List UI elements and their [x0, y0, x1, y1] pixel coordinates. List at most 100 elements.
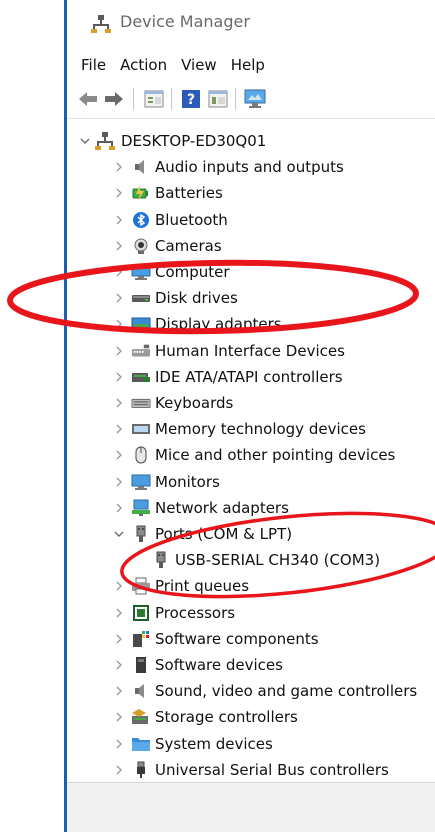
tree-item-label: Storage controllers	[155, 708, 298, 726]
window-title: Device Manager	[120, 12, 250, 31]
chevron-right-icon[interactable]	[113, 449, 125, 461]
tree-item-universal-serial-bus-controllers[interactable]: Universal Serial Bus controllers	[67, 757, 435, 783]
chevron-right-icon[interactable]	[113, 659, 125, 671]
speaker-icon	[131, 681, 151, 701]
menu-bar: File Action View Help	[67, 52, 435, 80]
tree-item-label: Cameras	[155, 237, 222, 255]
bluetooth-icon	[131, 210, 151, 230]
toolbar-divider	[67, 118, 435, 119]
software-component-icon	[131, 629, 151, 649]
tree-item-system-devices[interactable]: System devices	[67, 731, 435, 757]
menu-view[interactable]: View	[181, 52, 217, 80]
tree-item-print-queues[interactable]: Print queues	[67, 573, 435, 599]
tree-item-ports-com-lpt[interactable]: Ports (COM & LPT)	[67, 521, 435, 547]
computer-icon	[131, 262, 151, 282]
chevron-right-icon[interactable]	[113, 345, 125, 357]
chevron-right-icon[interactable]	[113, 423, 125, 435]
tree-device-usb-serial[interactable]: USB-SERIAL CH340 (COM3)	[67, 547, 435, 573]
tree-item-ide-ata-atapi-controllers[interactable]: IDE ATA/ATAPI controllers	[67, 364, 435, 390]
tree-item-label: Software devices	[155, 656, 283, 674]
chevron-down-icon[interactable]	[113, 528, 125, 540]
tree-item-label: Disk drives	[155, 289, 238, 307]
tree-item-monitors[interactable]: Monitors	[67, 469, 435, 495]
tree-item-label: Sound, video and game controllers	[155, 682, 418, 700]
tree-item-cameras[interactable]: Cameras	[67, 233, 435, 259]
chevron-right-icon[interactable]	[113, 580, 125, 592]
tree-item-software-devices[interactable]: Software devices	[67, 652, 435, 678]
port-icon	[151, 550, 171, 570]
tree-item-network-adapters[interactable]: Network adapters	[67, 495, 435, 521]
storage-controller-icon	[131, 707, 151, 727]
tree-root-computer[interactable]: DESKTOP-ED30Q01	[67, 128, 435, 154]
tree-item-memory-technology-devices[interactable]: Memory technology devices	[67, 416, 435, 442]
chevron-right-icon[interactable]	[113, 738, 125, 750]
svg-text:?: ?	[187, 92, 195, 108]
tree-item-label: Batteries	[155, 184, 223, 202]
computer-tree-icon	[95, 131, 115, 151]
tree-item-sound-video-and-game-controllers[interactable]: Sound, video and game controllers	[67, 678, 435, 704]
chevron-right-icon[interactable]	[113, 764, 125, 776]
chevron-right-icon[interactable]	[113, 476, 125, 488]
help-icon[interactable]: ?	[180, 88, 202, 110]
chevron-down-icon[interactable]	[79, 135, 91, 147]
tree-item-audio-inputs-and-outputs[interactable]: Audio inputs and outputs	[67, 154, 435, 180]
tree-item-software-components[interactable]: Software components	[67, 626, 435, 652]
port-icon	[131, 524, 151, 544]
properties-icon[interactable]	[143, 88, 165, 110]
tree-item-mice-and-other-pointing-devices[interactable]: Mice and other pointing devices	[67, 442, 435, 468]
disk-drive-icon	[131, 288, 151, 308]
tree-item-storage-controllers[interactable]: Storage controllers	[67, 704, 435, 730]
hid-icon	[131, 341, 151, 361]
menu-action[interactable]: Action	[120, 52, 167, 80]
tree-item-display-adapters[interactable]: Display adapters	[67, 311, 435, 337]
chevron-right-icon[interactable]	[113, 607, 125, 619]
chevron-right-icon[interactable]	[113, 502, 125, 514]
display-adapter-icon	[131, 314, 151, 334]
toolbar-separator	[235, 88, 236, 110]
tree-item-label: Print queues	[155, 577, 250, 595]
view-icon[interactable]	[207, 88, 229, 110]
monitor-icon	[131, 472, 151, 492]
tree-item-batteries[interactable]: Batteries	[67, 180, 435, 206]
memory-icon	[131, 419, 151, 439]
tree-item-processors[interactable]: Processors	[67, 600, 435, 626]
tree-item-bluetooth[interactable]: Bluetooth	[67, 207, 435, 233]
chevron-right-icon[interactable]	[113, 240, 125, 252]
tree-item-human-interface-devices[interactable]: Human Interface Devices	[67, 338, 435, 364]
software-device-icon	[131, 655, 151, 675]
chevron-right-icon[interactable]	[113, 318, 125, 330]
system-folder-icon	[131, 734, 151, 754]
printer-icon	[131, 576, 151, 596]
chevron-right-icon[interactable]	[113, 187, 125, 199]
chevron-right-icon[interactable]	[113, 397, 125, 409]
chevron-right-icon[interactable]	[113, 371, 125, 383]
mouse-icon	[131, 445, 151, 465]
chevron-right-icon[interactable]	[113, 214, 125, 226]
tree-item-label: Monitors	[155, 473, 220, 491]
processor-icon	[131, 603, 151, 623]
forward-icon[interactable]	[103, 88, 125, 110]
speaker-icon	[131, 157, 151, 177]
tree-item-label: Universal Serial Bus controllers	[155, 761, 389, 779]
chevron-right-icon[interactable]	[113, 161, 125, 173]
chevron-right-icon[interactable]	[113, 711, 125, 723]
network-adapter-icon	[131, 498, 151, 518]
tree-item-label: IDE ATA/ATAPI controllers	[155, 368, 343, 386]
tree-item-label: Network adapters	[155, 499, 289, 517]
back-icon[interactable]	[77, 88, 99, 110]
chevron-right-icon[interactable]	[113, 633, 125, 645]
battery-icon	[131, 183, 151, 203]
usb-icon	[131, 760, 151, 780]
tree-item-label: System devices	[155, 735, 273, 753]
chevron-right-icon[interactable]	[113, 266, 125, 278]
chevron-right-icon[interactable]	[113, 292, 125, 304]
chevron-right-icon[interactable]	[113, 685, 125, 697]
tree-item-computer[interactable]: Computer	[67, 259, 435, 285]
tree-item-label: Human Interface Devices	[155, 342, 345, 360]
tree-item-label: Ports (COM & LPT)	[155, 525, 293, 543]
monitor-icon[interactable]	[244, 88, 266, 110]
tree-item-disk-drives[interactable]: Disk drives	[67, 285, 435, 311]
menu-help[interactable]: Help	[231, 52, 265, 80]
tree-item-keyboards[interactable]: Keyboards	[67, 390, 435, 416]
menu-file[interactable]: File	[81, 52, 106, 80]
